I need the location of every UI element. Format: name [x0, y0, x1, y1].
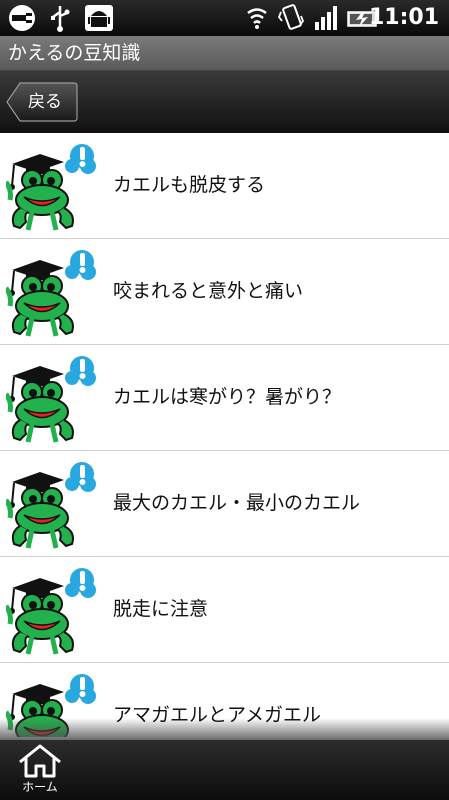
status-clock: 11:01: [368, 5, 439, 30]
list-item-label: 咬まれると意外と痛い: [113, 280, 304, 302]
list-item[interactable]: カエルも脱皮する: [0, 133, 449, 239]
wifi-icon: [247, 8, 267, 29]
usb-icon: [51, 6, 70, 32]
home-tab-label: ホーム: [22, 780, 58, 794]
list-item-label: カエルも脱皮する: [113, 174, 266, 196]
signal-icon: [315, 6, 337, 30]
back-button-label: 戻る: [28, 92, 62, 112]
list-item-label: 脱走に注意: [113, 598, 209, 620]
list-item-label: アマガエルとアメガエル: [113, 704, 322, 726]
bottom-tab-bar: ホーム: [0, 740, 449, 800]
usb-plug-icon: [9, 5, 35, 31]
frog-graduate-icon: [6, 354, 98, 444]
back-button[interactable]: 戻る: [6, 82, 78, 122]
status-bar: 11:01: [0, 0, 449, 36]
trivia-list: カエルも脱皮する 咬まれると意外と痛い カエルは寒がり？暑がり？ 最大のカエル・…: [0, 133, 449, 737]
list-item-label: 最大のカエル・最小のカエル: [113, 492, 361, 514]
frog-graduate-icon: [6, 672, 98, 737]
home-icon: [19, 744, 61, 778]
list-item[interactable]: 咬まれると意外と痛い: [0, 239, 449, 345]
list-item[interactable]: カエルは寒がり？暑がり？: [0, 345, 449, 451]
app-title: かえるの豆知識: [8, 42, 141, 64]
home-tab[interactable]: ホーム: [10, 742, 70, 798]
frog-graduate-icon: [6, 142, 98, 232]
list-item[interactable]: 最大のカエル・最小のカエル: [0, 451, 449, 557]
frog-graduate-icon: [6, 566, 98, 656]
list-item[interactable]: 脱走に注意: [0, 557, 449, 663]
frog-graduate-icon: [6, 460, 98, 550]
frog-graduate-icon: [6, 248, 98, 338]
vibrate-icon: [277, 4, 305, 30]
app-title-bar: かえるの豆知識: [0, 36, 449, 71]
list-item-label: カエルは寒がり？暑がり？: [113, 386, 342, 408]
list-item[interactable]: アマガエルとアメガエル: [0, 663, 449, 737]
android-debug-icon: [85, 5, 113, 31]
navigation-bar: 戻る: [0, 71, 449, 133]
